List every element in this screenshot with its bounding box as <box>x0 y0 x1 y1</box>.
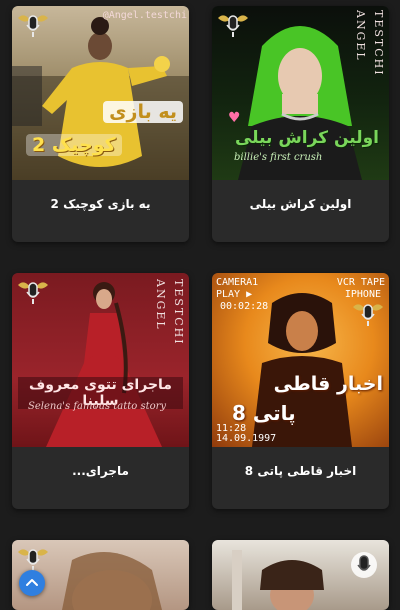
story-title[interactable]: ماجرای... <box>12 447 189 509</box>
story-card[interactable] <box>212 540 389 610</box>
vertical-watermark-left: ANGEL <box>354 10 367 62</box>
overlay-title-line1: اخبار قاطی <box>273 373 383 395</box>
overlay-title-line1: یه بازی <box>103 101 183 123</box>
story-thumbnail[interactable]: ANGEL TESTCHI اولین کراش بیلی billie's f… <box>212 6 389 180</box>
play-label: PLAY ▶ <box>216 289 253 300</box>
overlay-subtitle: billie's first crush <box>234 152 323 163</box>
angel-logo-icon <box>351 299 385 329</box>
story-card[interactable]: ANGEL TESTCHI اولین کراش بیلی billie's f… <box>212 6 389 242</box>
vertical-watermark-right: TESTCHI <box>172 279 185 346</box>
angel-logo-icon <box>16 10 50 40</box>
vcr-label: VCR TAPE <box>336 277 385 288</box>
vertical-watermark-right: TESTCHI <box>372 10 385 77</box>
camera-label: CAMERA1 <box>216 277 259 288</box>
story-card[interactable]: CAMERA1 PLAY ▶ 00:02:28 VCR TAPE IPHONE … <box>212 273 389 509</box>
overlay-title-line2: کوچیک 2 <box>26 134 122 156</box>
date-bottom-label: 14.09.1997 <box>216 433 277 444</box>
overlay-title-line1: اولین کراش بیلی <box>234 128 379 148</box>
angel-logo-icon <box>16 277 50 307</box>
overlay-subtitle: Selena's famous tatto story <box>28 401 167 412</box>
scroll-to-top-button[interactable] <box>19 570 45 596</box>
vertical-watermark-left: ANGEL <box>154 279 167 331</box>
angel-logo-icon <box>216 10 250 40</box>
angel-logo-icon <box>347 550 381 580</box>
watermark-text: @Angel.testchi <box>102 10 187 21</box>
story-title[interactable]: اخبار قاطی پاتی 8 <box>212 447 389 509</box>
overlay-title-line2: پاتی 8 <box>232 401 296 425</box>
story-thumbnail[interactable]: ANGEL TESTCHI ماجرای تتوی معروف سلینا Se… <box>12 273 189 447</box>
story-thumbnail[interactable]: CAMERA1 PLAY ▶ 00:02:28 VCR TAPE IPHONE … <box>212 273 389 447</box>
chevron-up-icon <box>26 579 38 586</box>
story-card[interactable]: ANGEL TESTCHI ماجرای تتوی معروف سلینا Se… <box>12 273 189 509</box>
story-card[interactable]: @Angel.testchi یه بازی کوچیک 2 یه بازی ک… <box>12 6 189 242</box>
story-title[interactable]: اولین کراش بیلی <box>212 180 389 242</box>
story-thumbnail[interactable] <box>212 540 389 610</box>
heart-emoji-icon: ♥ <box>228 110 241 126</box>
story-thumbnail[interactable]: @Angel.testchi یه بازی کوچیک 2 <box>12 6 189 180</box>
timecode-label: 00:02:28 <box>220 301 269 312</box>
story-title[interactable]: یه بازی کوچیک 2 <box>12 180 189 242</box>
